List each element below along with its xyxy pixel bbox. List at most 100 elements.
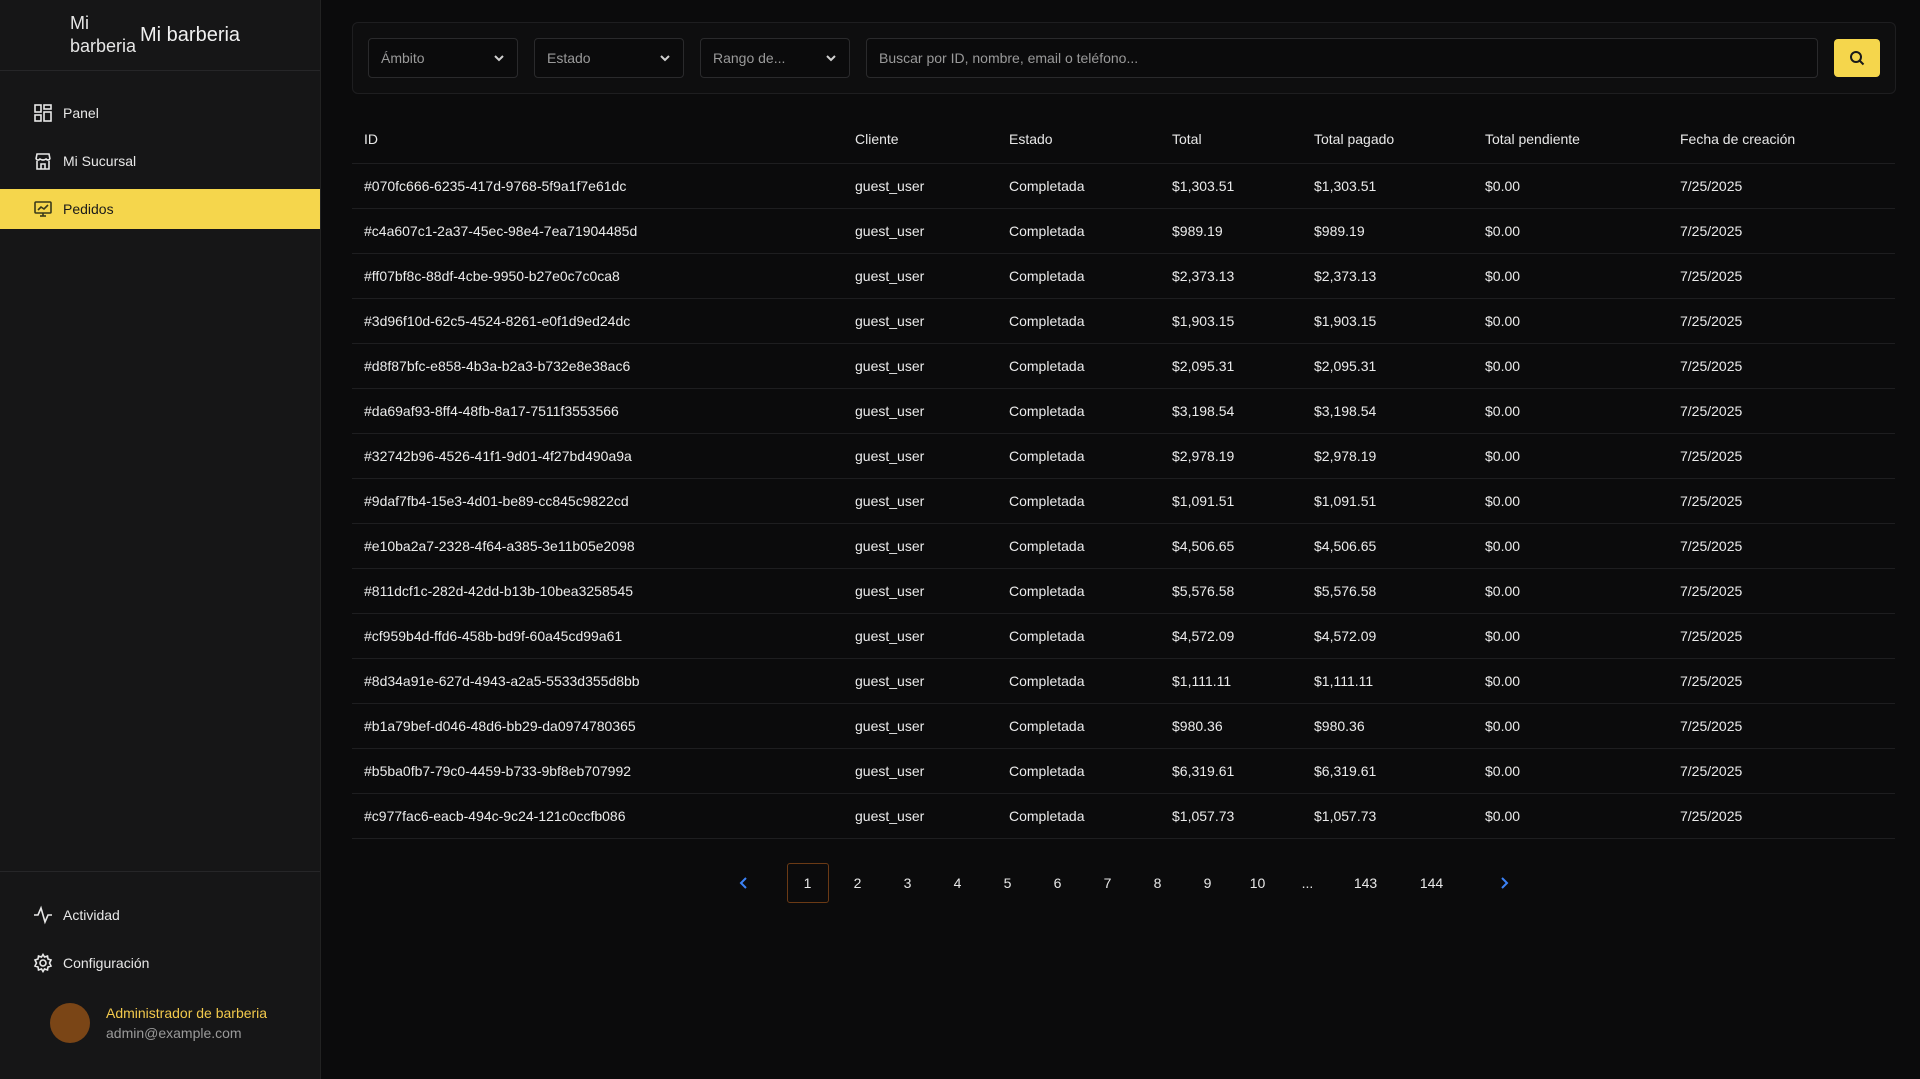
next-page-button[interactable] <box>1483 863 1525 903</box>
user-email: admin@example.com <box>106 1025 242 1041</box>
sidebar-item-label: Panel <box>63 105 99 121</box>
page-button[interactable]: 144 <box>1403 863 1461 903</box>
cell-total: $4,572.09 <box>1160 613 1302 659</box>
avatar <box>50 1003 90 1043</box>
page-button[interactable]: 6 <box>1037 863 1079 903</box>
cell-total: $1,303.51 <box>1160 163 1302 209</box>
app-root: Mi barberia Mi barberia Panel Mi Sucursa… <box>0 0 1920 1079</box>
scope-select[interactable]: Ámbito <box>368 38 518 78</box>
table-row[interactable]: #9daf7fb4-15e3-4d01-be89-cc845c9822cd gue… <box>352 478 1895 524</box>
table-row[interactable]: #da69af93-8ff4-48fb-8a17-7511f3553566 gue… <box>352 388 1895 434</box>
page-button[interactable]: 10 <box>1237 863 1279 903</box>
sidebar-item-pedidos[interactable]: Pedidos <box>0 189 320 229</box>
cell-paid: $980.36 <box>1302 703 1473 749</box>
cell-paid: $1,903.15 <box>1302 298 1473 344</box>
cell-paid: $1,091.51 <box>1302 478 1473 524</box>
table-row[interactable]: #e10ba2a7-2328-4f64-a385-3e11b05e2098 gue… <box>352 523 1895 569</box>
user-name: Administrador de barberia <box>106 1005 268 1021</box>
page-button[interactable]: 2 <box>837 863 879 903</box>
header-total[interactable]: Total <box>1160 115 1302 164</box>
page-button[interactable]: 4 <box>937 863 979 903</box>
sidebar-item-actividad[interactable]: Actividad <box>0 895 320 935</box>
page-button[interactable]: 8 <box>1137 863 1179 903</box>
cell-pending: $0.00 <box>1473 208 1668 254</box>
cell-date: 7/25/2025 <box>1668 568 1895 614</box>
table-row[interactable]: #3d96f10d-62c5-4524-8261-e0f1d9ed24dc gue… <box>352 298 1895 344</box>
cell-id: #9daf7fb4-15e3-4d01-be89-cc845c9822cd <box>352 478 843 524</box>
sidebar-item-mi-sucursal[interactable]: Mi Sucursal <box>0 141 320 181</box>
page-button[interactable]: 3 <box>887 863 929 903</box>
table-row[interactable]: #8d34a91e-627d-4943-a2a5-5533d355d8bb gue… <box>352 658 1895 704</box>
cell-date: 7/25/2025 <box>1668 388 1895 434</box>
cell-date: 7/25/2025 <box>1668 703 1895 749</box>
cell-paid: $1,303.51 <box>1302 163 1473 209</box>
cell-client: guest_user <box>843 253 997 299</box>
header-created-date[interactable]: Fecha de creación <box>1668 115 1895 164</box>
table-row[interactable]: #cf959b4d-ffd6-458b-bd9f-60a45cd99a61 gue… <box>352 613 1895 659</box>
cell-id: #cf959b4d-ffd6-458b-bd9f-60a45cd99a61 <box>352 613 843 659</box>
cell-paid: $1,111.11 <box>1302 658 1473 704</box>
cell-client: guest_user <box>843 208 997 254</box>
table-header-row: ID Cliente Estado Total Total pagado Tot… <box>352 115 1895 164</box>
cell-client: guest_user <box>843 793 997 839</box>
search-button[interactable] <box>1834 39 1880 77</box>
main-content: Ámbito Estado Rango de... ID Cliente <box>321 0 1920 1079</box>
page-button[interactable]: 5 <box>987 863 1029 903</box>
orders-icon <box>34 201 52 217</box>
header-id[interactable]: ID <box>352 115 843 164</box>
sidebar-item-configuracion[interactable]: Configuración <box>0 943 320 983</box>
cell-pending: $0.00 <box>1473 163 1668 209</box>
cell-pending: $0.00 <box>1473 613 1668 659</box>
scope-select-value: Ámbito <box>381 50 425 66</box>
table-row[interactable]: #d8f87bfc-e858-4b3a-b2a3-b732e8e38ac6 gue… <box>352 343 1895 389</box>
cell-client: guest_user <box>843 568 997 614</box>
chevron-down-icon <box>494 55 504 62</box>
cell-status: Completada <box>997 748 1160 794</box>
table-row[interactable]: #c4a607c1-2a37-45ec-98e4-7ea71904485d gue… <box>352 208 1895 254</box>
cell-paid: $4,572.09 <box>1302 613 1473 659</box>
table-row[interactable]: #b1a79bef-d046-48d6-bb29-da0974780365 gue… <box>352 703 1895 749</box>
table-row[interactable]: #c977fac6-eacb-494c-9c24-121c0ccfb086 gue… <box>352 793 1895 839</box>
cell-client: guest_user <box>843 613 997 659</box>
cell-pending: $0.00 <box>1473 478 1668 524</box>
cell-paid: $4,506.65 <box>1302 523 1473 569</box>
search-input[interactable] <box>866 38 1818 78</box>
cell-status: Completada <box>997 163 1160 209</box>
table-row[interactable]: #ff07bf8c-88df-4cbe-9950-b27e0c7c0ca8 gue… <box>352 253 1895 299</box>
page-button[interactable]: 9 <box>1187 863 1229 903</box>
cell-client: guest_user <box>843 433 997 479</box>
cell-status: Completada <box>997 658 1160 704</box>
cell-date: 7/25/2025 <box>1668 298 1895 344</box>
cell-id: #da69af93-8ff4-48fb-8a17-7511f3553566 <box>352 388 843 434</box>
chevron-left-icon <box>739 876 747 889</box>
sidebar-item-panel[interactable]: Panel <box>0 93 320 133</box>
header-client[interactable]: Cliente <box>843 115 997 164</box>
logo-image-alt[interactable]: Mi barberia <box>70 12 136 58</box>
sidebar-bottom: Actividad Configuración Administrador de… <box>0 871 320 1043</box>
table-row[interactable]: #b5ba0fb7-79c0-4459-b733-9bf8eb707992 gue… <box>352 748 1895 794</box>
cell-paid: $5,576.58 <box>1302 568 1473 614</box>
table-row[interactable]: #32742b96-4526-41f1-9d01-4f27bd490a9a gue… <box>352 433 1895 479</box>
cell-id: #070fc666-6235-417d-9768-5f9a1f7e61dc <box>352 163 843 209</box>
header-total-pending[interactable]: Total pendiente <box>1473 115 1668 164</box>
date-range-select[interactable]: Rango de... <box>700 38 850 78</box>
table-row[interactable]: #811dcf1c-282d-42dd-b13b-10bea3258545 gue… <box>352 568 1895 614</box>
table-row[interactable]: #070fc666-6235-417d-9768-5f9a1f7e61dc gue… <box>352 163 1895 209</box>
status-select[interactable]: Estado <box>534 38 684 78</box>
cell-date: 7/25/2025 <box>1668 748 1895 794</box>
sidebar-nav: Panel Mi Sucursal Pedidos <box>0 71 320 237</box>
page-button[interactable]: 7 <box>1087 863 1129 903</box>
header-total-paid[interactable]: Total pagado <box>1302 115 1473 164</box>
page-button[interactable]: 143 <box>1337 863 1395 903</box>
cell-id: #3d96f10d-62c5-4524-8261-e0f1d9ed24dc <box>352 298 843 344</box>
cell-status: Completada <box>997 298 1160 344</box>
cell-total: $1,091.51 <box>1160 478 1302 524</box>
app-title: Mi barberia <box>140 23 241 46</box>
cell-pending: $0.00 <box>1473 298 1668 344</box>
sidebar-item-label: Actividad <box>63 907 120 923</box>
page-button-current[interactable]: 1 <box>786 862 829 903</box>
user-profile[interactable]: Administrador de barberia admin@example.… <box>0 1003 320 1043</box>
header-status[interactable]: Estado <box>997 115 1160 164</box>
prev-page-button[interactable] <box>723 863 765 903</box>
cell-pending: $0.00 <box>1473 793 1668 839</box>
